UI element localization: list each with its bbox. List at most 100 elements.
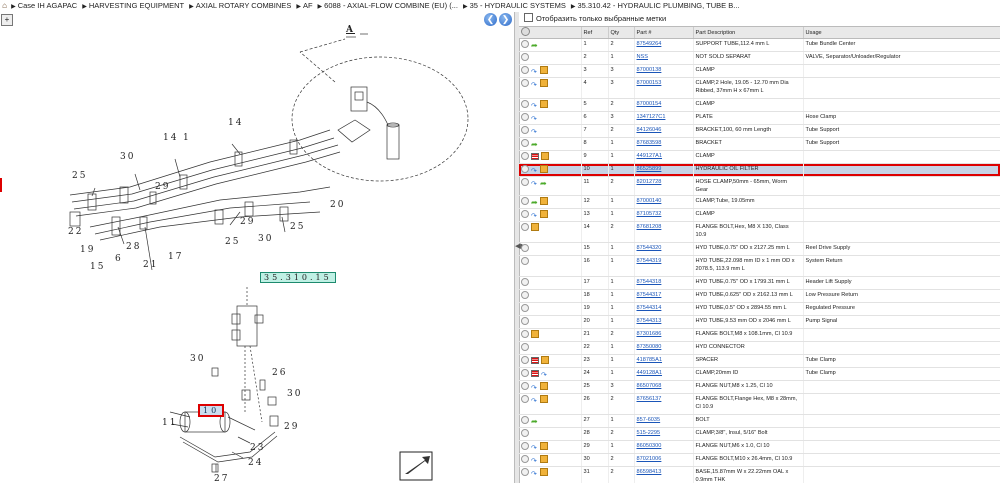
add-to-cart-icon[interactable] (521, 291, 529, 299)
info-icon[interactable]: ↷ (531, 181, 538, 188)
package-icon[interactable] (540, 79, 548, 87)
info-icon[interactable]: ↷ (531, 385, 538, 392)
breadcrumb-item[interactable]: AXIAL ROTARY COMBINES (189, 1, 291, 10)
table-row[interactable]: ↷ 5 2 87000154 CLAMP (519, 98, 1000, 112)
add-to-cart-icon[interactable] (521, 416, 529, 424)
callout[interactable]: 30 (287, 389, 302, 399)
flag-icon[interactable] (531, 153, 539, 160)
table-row[interactable]: 18 1 87544317 HYD TUBE,0.625" OD x 2162.13 … (519, 289, 1000, 303)
callout[interactable]: 29 (240, 217, 255, 227)
table-row[interactable]: 16 1 87544319 HYD TUBE,22.098 mm ID x 1 mm … (519, 255, 1000, 277)
part-number-link[interactable]: 87544319 (637, 258, 662, 264)
table-row[interactable]: 9 1 449127A1 CLAMP (519, 150, 1000, 164)
package-icon[interactable] (540, 442, 548, 450)
info-icon[interactable]: ↷ (531, 445, 538, 452)
part-number-link[interactable]: 82012728 (637, 179, 662, 185)
part-number-link[interactable]: 87000153 (637, 80, 662, 86)
info-icon[interactable]: ↷ (531, 69, 538, 76)
substitute-arrow-icon[interactable]: ➦ (531, 418, 538, 426)
part-number-link[interactable]: 84126046 (637, 127, 662, 133)
package-icon[interactable] (531, 223, 539, 231)
callout[interactable]: 19 (80, 245, 95, 255)
table-row[interactable]: ↷ 30 2 87021006 FLANGE BOLT,M10 x 26.4mm, Cl… (519, 453, 1000, 467)
callout[interactable]: 29 (284, 422, 299, 432)
table-row[interactable]: ↷ 10 1 86525899 HYDRAULIC OIL FILTER (519, 163, 1000, 177)
table-row[interactable]: 15 1 87544320 HYD TUBE,0.75" OD x 2127.25 m… (519, 242, 1000, 256)
callout[interactable]: 25 (225, 237, 240, 247)
add-to-cart-icon[interactable] (521, 113, 529, 121)
add-to-cart-icon[interactable] (521, 429, 529, 437)
info-icon[interactable]: ↷ (531, 82, 538, 89)
add-to-cart-icon[interactable] (521, 244, 529, 252)
part-number-link[interactable]: 87681208 (637, 224, 662, 230)
table-row[interactable]: ➦ 27 1 857-6035 BOLT (519, 414, 1000, 428)
flag-icon[interactable] (531, 357, 539, 364)
add-to-cart-icon[interactable] (521, 66, 529, 74)
header-part-number[interactable]: Part # (634, 27, 694, 39)
part-number-link[interactable]: 449128A1 (637, 370, 663, 376)
add-to-cart-icon[interactable] (521, 343, 529, 351)
add-to-cart-icon[interactable] (521, 442, 529, 450)
add-to-cart-icon[interactable] (521, 197, 529, 205)
part-number-link[interactable]: 86050300 (637, 443, 662, 449)
add-to-cart-icon[interactable] (521, 455, 529, 463)
breadcrumb-item[interactable]: 6088 - AXIAL-FLOW COMBINE (EU) (... (318, 1, 458, 10)
header-ref[interactable]: Ref (581, 27, 609, 39)
table-row[interactable]: ↷ 31 2 86598413 BASE,15.87mm W x 22.22mm OAL… (519, 466, 1000, 483)
add-to-cart-icon[interactable] (521, 304, 529, 312)
part-number-link[interactable]: 1347127C1 (637, 114, 666, 120)
selected-callout[interactable]: 10 (198, 404, 225, 417)
part-number-link[interactable]: 449127A1 (637, 153, 663, 159)
add-to-cart-icon[interactable] (521, 210, 529, 218)
add-to-cart-icon[interactable] (521, 278, 529, 286)
table-row[interactable]: ➦ 8 1 87683598 BRACKET Tube Support (519, 137, 1000, 151)
package-icon[interactable] (540, 66, 548, 74)
info-icon[interactable]: ↷ (531, 129, 538, 136)
header-description[interactable]: Part Description (693, 27, 804, 39)
breadcrumb-item[interactable]: 35.310.42 - HYDRAULIC PLUMBING, TUBE B..… (571, 1, 740, 10)
add-to-cart-icon[interactable] (521, 53, 529, 61)
substitute-arrow-icon[interactable]: ➦ (531, 141, 538, 149)
table-row[interactable]: ↷ 26 2 87656137 FLANGE BOLT,Flange Hex, M8 x… (519, 393, 1000, 415)
callout[interactable]: 25 (72, 171, 87, 181)
package-icon[interactable] (540, 468, 548, 476)
part-number-link[interactable]: 87656137 (637, 396, 662, 402)
add-to-cart-icon[interactable] (521, 223, 529, 231)
info-icon[interactable]: ↷ (531, 168, 538, 175)
table-row[interactable]: 21 2 87301686 FLANGE BOLT,M8 x 108.1mm, Cl … (519, 328, 1000, 342)
header-qty[interactable]: Qty (608, 27, 635, 39)
part-number-link[interactable]: 87105732 (637, 211, 662, 217)
part-number-link[interactable]: 857-6035 (637, 417, 661, 423)
info-icon[interactable]: ↷ (531, 213, 538, 220)
part-number-link[interactable]: 87000154 (637, 101, 662, 107)
table-row[interactable]: ↷ 25 3 86507068 FLANGE NUT,M8 x 1.25, Cl 10 (519, 380, 1000, 394)
table-row[interactable]: ↷ 4 3 87000153 CLAMP,2 Hole, 19.05 - 12.70 m… (519, 77, 1000, 99)
callout[interactable]: 14 (228, 118, 243, 128)
home-icon[interactable]: ⌂ (0, 0, 9, 12)
callout[interactable]: 24 (248, 458, 263, 468)
package-icon[interactable] (540, 382, 548, 390)
info-icon[interactable]: ↷ (531, 103, 538, 110)
part-number-link[interactable]: 87000138 (637, 67, 662, 73)
table-row[interactable]: ↷ ➦ 11 2 82012728 HOSE CLAMP,50mm - 65mm, Wor… (519, 176, 1000, 196)
callout[interactable]: 30 (258, 234, 273, 244)
add-to-cart-icon[interactable] (521, 330, 529, 338)
part-number-link[interactable]: 87021006 (637, 456, 662, 462)
callout[interactable]: 25 (290, 222, 305, 232)
breadcrumb-item[interactable]: AF (296, 1, 312, 10)
callout[interactable]: 11 (162, 418, 177, 428)
callout[interactable]: 15 (90, 262, 105, 272)
substitute-arrow-icon[interactable]: ➦ (540, 180, 547, 188)
callout[interactable]: 6 (115, 254, 123, 264)
part-number-link[interactable]: 87549264 (637, 41, 662, 47)
table-row[interactable]: 19 1 87544314 HYD TUBE,0.5" OD x 2894.55 mm… (519, 302, 1000, 316)
callout[interactable]: 27 (214, 474, 229, 483)
add-to-cart-icon[interactable] (521, 40, 529, 48)
table-row[interactable]: ➦ 1 2 87549264 SUPPORT TUBE,112.4 mm L Tube B… (519, 38, 1000, 52)
callout[interactable]: 28 (126, 242, 141, 252)
part-number-link[interactable]: 87301686 (637, 331, 662, 337)
callout[interactable]: 26 (272, 368, 287, 378)
substitute-arrow-icon[interactable]: ➦ (531, 199, 538, 207)
add-to-cart-icon[interactable] (521, 126, 529, 134)
add-to-cart-icon[interactable] (521, 395, 529, 403)
